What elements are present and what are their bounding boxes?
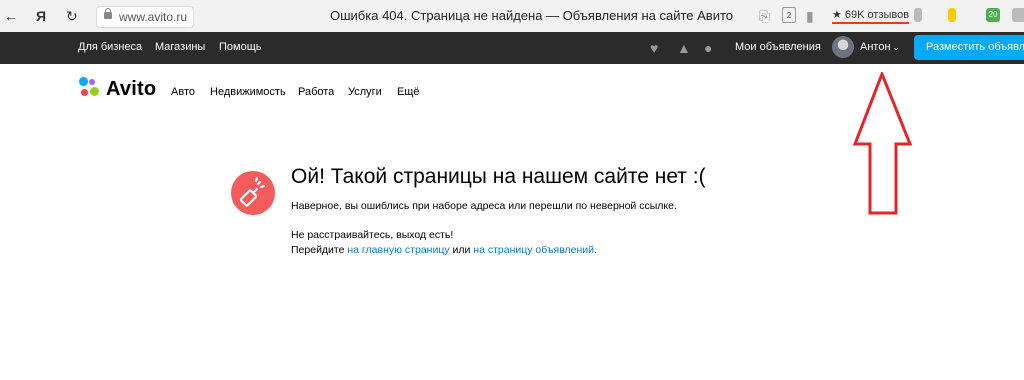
ads-page-link[interactable]: на страницу объявлений. — [473, 244, 597, 256]
favorites-heart-icon[interactable]: ♥ — [650, 41, 664, 55]
category-more[interactable]: Ещё — [397, 86, 420, 98]
comment-icon[interactable]: ▮ — [806, 8, 814, 24]
avatar[interactable] — [832, 36, 854, 58]
error-title: Ой! Такой страницы на нашем сайте нет :( — [291, 165, 706, 188]
chevron-down-icon: ⌄ — [890, 43, 900, 52]
address-bar[interactable]: www.avito.ru — [96, 6, 195, 28]
extension-green-icon[interactable]: 20 — [986, 8, 1000, 22]
reload-icon[interactable]: ↻ — [66, 8, 78, 24]
post-ad-button[interactable]: Разместить объявление — [914, 35, 1024, 60]
category-realty[interactable]: Недвижимость — [210, 86, 286, 98]
yandex-browser-icon[interactable]: Я — [36, 8, 46, 24]
address-url: www.avito.ru — [119, 10, 188, 24]
category-auto[interactable]: Авто — [171, 86, 195, 98]
suggestion-prefix: Перейдите — [291, 244, 348, 256]
brand-name[interactable]: Avito — [106, 78, 156, 101]
nav-shops-link[interactable]: Магазины — [155, 41, 205, 53]
extension-grey-icon[interactable] — [1012, 8, 1024, 22]
category-services[interactable]: Услуги — [348, 86, 382, 98]
error-suggestion: Перейдите на главную страницу или на стр… — [291, 244, 597, 256]
suggestion-or: или — [449, 244, 474, 256]
user-name: Антон — [860, 41, 891, 53]
broken-link-icon — [231, 171, 275, 215]
back-arrow-icon[interactable]: ← — [4, 8, 18, 24]
error-description: Наверное, вы ошиблись при наборе адреса … — [291, 200, 677, 212]
nav-help-link[interactable]: Помощь — [219, 41, 262, 53]
reviews-badge[interactable]: ★ 69K отзывов — [832, 8, 910, 24]
error-reassurance: Не расстраивайтесь, выход есть! — [291, 229, 454, 241]
notifications-bell-icon[interactable]: ▲ — [677, 41, 691, 55]
bookmark-icon[interactable] — [914, 8, 922, 22]
messages-icon[interactable]: ● — [704, 41, 718, 55]
main-page-link[interactable]: на главную страницу — [347, 244, 449, 256]
share-icon[interactable]: ⎘ — [759, 8, 770, 24]
category-jobs[interactable]: Работа — [298, 86, 334, 98]
page-tab-title: Ошибка 404. Страница не найдена — Объявл… — [330, 8, 733, 23]
my-ads-link[interactable]: Мои объявления — [735, 41, 821, 53]
red-arrow-annotation — [852, 72, 913, 215]
lock-icon — [104, 8, 112, 19]
user-menu[interactable]: Антон ⌄ — [860, 41, 899, 53]
browser-toolbar: ← Я ↻ www.avito.ru Ошибка 404. Страница … — [0, 0, 1024, 33]
avito-logo-icon[interactable] — [79, 77, 99, 99]
nav-business-link[interactable]: Для бизнеса — [78, 41, 142, 53]
tab-count-icon[interactable]: 2 — [782, 7, 796, 23]
extension-yellow-icon[interactable] — [948, 8, 956, 22]
